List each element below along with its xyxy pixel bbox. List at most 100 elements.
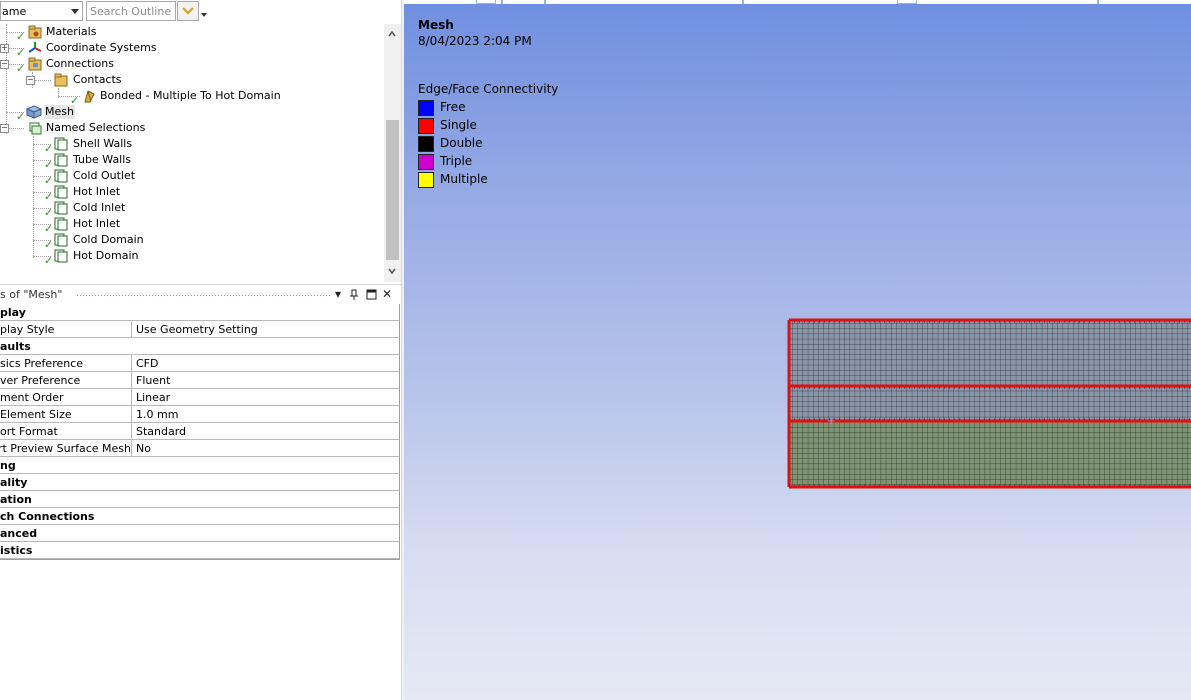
property-value[interactable]: No <box>136 442 151 455</box>
details-section-display[interactable]: play <box>0 304 400 321</box>
filter-menu-arrow-icon[interactable] <box>201 13 207 17</box>
section-label: aults <box>0 340 31 353</box>
legend-swatch <box>418 100 434 116</box>
tree-item-cold-inlet[interactable]: ✓ Cold Inlet <box>0 200 380 219</box>
legend-label: Triple <box>440 154 473 168</box>
tree-item-tube-walls[interactable]: ✓ Tube Walls <box>0 152 380 171</box>
tree-item-hot-domain[interactable]: ✓ Hot Domain <box>0 248 380 267</box>
tree-item-hot-inlet[interactable]: ✓ Hot Inlet <box>0 184 380 203</box>
named-selection-icon <box>54 169 68 183</box>
tree-item-label: Named Selections <box>46 121 146 134</box>
details-panel-title: s of "Mesh" <box>0 288 63 301</box>
tree-item-connections[interactable]: − ✓ Connections <box>0 56 380 75</box>
tree-item-materials[interactable]: ✓ Materials <box>0 24 380 43</box>
property-value[interactable]: Fluent <box>136 374 170 387</box>
property-label: ment Order <box>0 391 64 404</box>
panel-drag-grip[interactable] <box>76 294 330 297</box>
details-section-defaults[interactable]: aults <box>0 338 400 355</box>
legend-label: Free <box>440 100 466 114</box>
property-label: Element Size <box>0 408 72 421</box>
cursor-crosshair-icon: + <box>827 416 835 427</box>
details-section-advanced[interactable]: anced <box>0 525 400 542</box>
collapse-icon[interactable]: − <box>26 76 35 85</box>
property-value[interactable]: Standard <box>136 425 186 438</box>
named-selections-icon <box>28 121 42 135</box>
scroll-up-icon[interactable] <box>388 30 396 38</box>
tree-item-coordinate-systems[interactable]: + ✓ Coordinate Systems <box>0 40 380 59</box>
section-label: ch Connections <box>0 510 95 523</box>
details-row[interactable]: ment Order Linear <box>0 389 400 406</box>
scrollbar-thumb[interactable] <box>386 120 399 260</box>
tree-scrollbar[interactable] <box>384 24 401 282</box>
close-icon[interactable]: ✕ <box>380 287 394 302</box>
graphics-viewport[interactable]: Mesh 8/04/2023 2:04 PM Edge/Face Connect… <box>404 4 1191 700</box>
mesh-model[interactable]: + <box>787 318 1191 490</box>
property-value[interactable]: 1.0 mm <box>136 408 178 421</box>
legend-swatch <box>418 154 434 170</box>
tree-item-bonded-contact[interactable]: ✓ Bonded - Multiple To Hot Domain <box>0 88 380 107</box>
tree-item-label: Materials <box>46 25 97 38</box>
tree-item-cold-outlet[interactable]: ✓ Cold Outlet <box>0 168 380 187</box>
maximize-icon[interactable] <box>364 287 378 302</box>
collapse-icon[interactable]: − <box>0 60 9 69</box>
tree-item-label: Connections <box>46 57 114 70</box>
details-row[interactable]: sics Preference CFD <box>0 355 400 372</box>
property-value[interactable]: Linear <box>136 391 170 404</box>
tree-item-label: Cold Inlet <box>73 201 126 214</box>
tree-item-contacts[interactable]: − Contacts <box>0 72 380 88</box>
chevron-down-icon <box>182 7 194 15</box>
tree-item-label: Contacts <box>73 73 122 86</box>
details-section-batch-connections[interactable]: ch Connections <box>0 508 400 525</box>
coordinate-systems-icon <box>28 41 42 55</box>
scroll-down-icon[interactable] <box>388 267 396 275</box>
property-value[interactable]: Use Geometry Setting <box>136 323 258 336</box>
chevron-down-icon <box>71 9 79 14</box>
property-label: ver Preference <box>0 374 81 387</box>
details-row[interactable]: ort Preview Surface Mesh No <box>0 440 400 457</box>
details-section-sizing[interactable]: ng <box>0 457 400 474</box>
pin-icon[interactable] <box>347 287 361 302</box>
named-selection-icon <box>54 137 68 151</box>
search-outline-input[interactable] <box>86 1 176 21</box>
outline-filter-select[interactable]: ame <box>0 1 83 21</box>
details-section-inflation[interactable]: ation <box>0 491 400 508</box>
tree-item-label: Bonded - Multiple To Hot Domain <box>100 89 281 102</box>
section-label: ation <box>0 493 32 506</box>
left-panel: ame ✓ Materials + ✓ Coordinate Systems <box>0 0 401 700</box>
collapse-icon[interactable]: − <box>0 124 9 133</box>
legend-swatch <box>418 172 434 188</box>
legend-title: Edge/Face Connectivity <box>418 82 559 96</box>
details-row[interactable]: ort Format Standard <box>0 423 400 440</box>
details-section-statistics[interactable]: istics <box>0 542 400 559</box>
tree-item-shell-walls[interactable]: ✓ Shell Walls <box>0 136 380 155</box>
details-row[interactable]: Element Size 1.0 mm <box>0 406 400 423</box>
dropdown-arrow-icon[interactable]: ▾ <box>331 287 345 302</box>
details-section-quality[interactable]: ality <box>0 474 400 491</box>
details-row[interactable]: ver Preference Fluent <box>0 372 400 389</box>
contacts-folder-icon <box>54 73 68 87</box>
tree-item-mesh[interactable]: ✓ Mesh <box>0 104 380 123</box>
tree-item-label: Hot Inlet <box>73 185 121 198</box>
named-selection-icon <box>54 217 68 231</box>
legend-swatch <box>418 136 434 152</box>
details-row[interactable]: play Style Use Geometry Setting <box>0 321 400 338</box>
property-label: sics Preference <box>0 357 84 370</box>
outline-filter-bar: ame <box>0 0 401 24</box>
tree-item-named-selections[interactable]: − Named Selections <box>0 120 380 136</box>
named-selection-icon <box>54 233 68 247</box>
tree-item-label: Coordinate Systems <box>46 41 157 54</box>
property-label: ort Format <box>0 425 58 438</box>
expand-icon[interactable]: + <box>0 44 9 53</box>
search-options-button[interactable] <box>177 1 199 21</box>
property-value[interactable]: CFD <box>136 357 158 370</box>
property-label: ort Preview Surface Mesh <box>0 442 131 455</box>
details-grid: play play Style Use Geometry Setting ault… <box>0 304 400 560</box>
tree-item-cold-domain[interactable]: ✓ Cold Domain <box>0 232 380 251</box>
details-panel-header: s of "Mesh" ▾ ✕ <box>0 284 401 305</box>
property-label: play Style <box>0 323 55 336</box>
tree-item-hot-inlet-2[interactable]: ✓ Hot Inlet <box>0 216 380 235</box>
section-label: istics <box>0 544 33 557</box>
section-label: ng <box>0 459 16 472</box>
named-selection-icon <box>54 249 68 263</box>
tree-item-label: Mesh <box>44 105 75 119</box>
